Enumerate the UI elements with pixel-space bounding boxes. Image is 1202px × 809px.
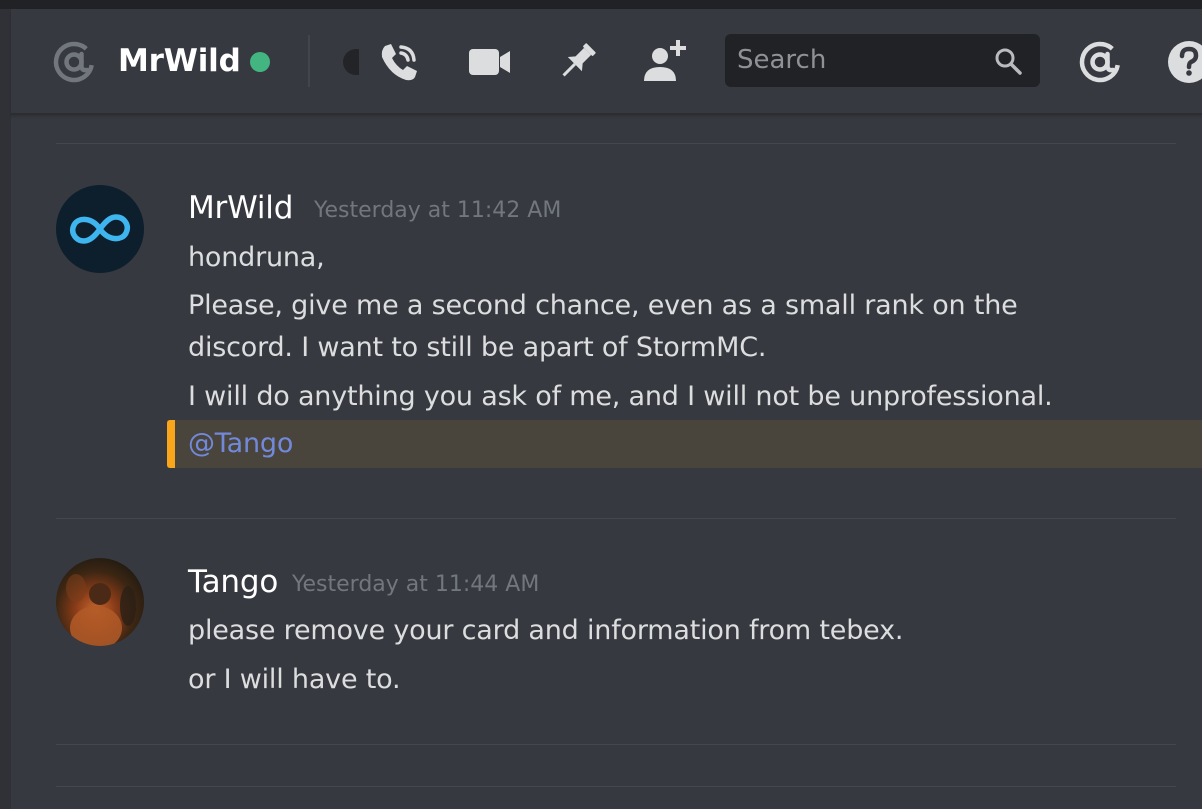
channel-header: MrWild [11,9,1202,115]
avatar[interactable] [56,185,144,273]
channel-name: MrWild [118,43,241,79]
message-line: please remove your card and information … [188,615,904,646]
add-member-icon[interactable] [641,39,687,85]
help-icon[interactable] [1166,39,1202,85]
message-line: discord. I want to still be apart of Sto… [188,332,767,363]
partial-icon [343,49,359,75]
message-divider [56,786,1176,787]
profile-photo [66,574,136,646]
message-line: I will do anything you ask of me, and I … [188,381,1053,412]
sidebar-edge [0,9,11,809]
message-divider [56,143,1176,144]
message-timestamp: Yesterday at 11:42 AM [314,198,562,223]
mention-highlight-bar [167,420,175,468]
header-divider [308,35,310,87]
search-box[interactable] [725,34,1040,87]
infinity-logo-icon [70,214,130,244]
message-divider [56,518,1176,519]
video-call-icon[interactable] [466,39,512,85]
call-icon[interactable] [376,39,422,85]
search-input[interactable] [737,42,977,78]
pin-icon[interactable] [554,39,600,85]
message-line: hondruna, [188,242,325,273]
message-author[interactable]: MrWild [188,186,293,230]
at-icon [53,41,95,83]
message-line: Please, give me a second chance, even as… [188,290,1018,321]
mentions-icon[interactable] [1077,39,1123,85]
user-mention[interactable]: @Tango [188,424,293,464]
mention-highlight: @Tango [167,420,1202,468]
message-divider [56,744,1176,745]
online-status-indicator [250,52,270,72]
avatar[interactable] [56,558,144,646]
message-author[interactable]: Tango [188,560,278,604]
message-timestamp: Yesterday at 11:44 AM [292,572,540,597]
search-icon [995,48,1022,75]
window-top-bar [0,0,1202,9]
message-line: or I will have to. [188,664,401,695]
